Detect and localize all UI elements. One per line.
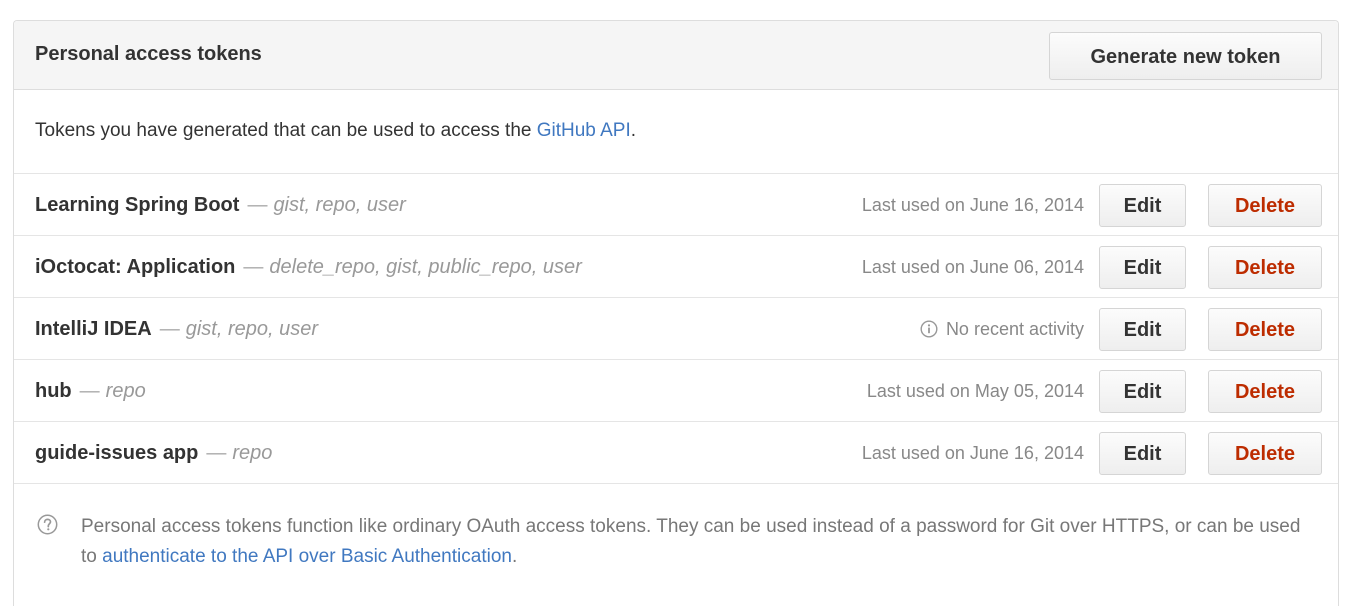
delete-token-button[interactable]: Delete bbox=[1208, 308, 1322, 351]
last-used-text: Last used on June 16, 2014 bbox=[861, 443, 1084, 463]
last-used-text: Last used on June 06, 2014 bbox=[861, 257, 1084, 277]
token-separator: — bbox=[79, 380, 100, 402]
token-row: hub — repo Last used on May 05, 2014 Edit … bbox=[14, 360, 1338, 422]
token-last-used: Last used on June 06, 2014 bbox=[862, 257, 1084, 278]
token-row: guide-issues app — repo Last used on June … bbox=[14, 422, 1338, 484]
token-last-used: Last used on June 16, 2014 bbox=[862, 443, 1084, 464]
edit-token-button[interactable]: Edit bbox=[1099, 370, 1186, 413]
info-circle-icon bbox=[920, 320, 938, 338]
panel-title: Personal access tokens bbox=[35, 43, 262, 65]
token-scopes: repo bbox=[105, 380, 146, 402]
token-last-used: Last used on May 05, 2014 bbox=[867, 381, 1084, 402]
token-description: IntelliJ IDEA — gist, repo, user bbox=[35, 318, 318, 341]
delete-token-button[interactable]: Delete bbox=[1208, 370, 1322, 413]
token-row: Learning Spring Boot — gist, repo, user La… bbox=[14, 174, 1338, 236]
help-note: Personal access tokens function like ord… bbox=[14, 484, 1338, 594]
token-scopes: gist, repo, user bbox=[185, 318, 318, 340]
delete-token-button[interactable]: Delete bbox=[1208, 184, 1322, 227]
token-list: Learning Spring Boot — gist, repo, user La… bbox=[14, 174, 1338, 484]
edit-token-button[interactable]: Edit bbox=[1099, 184, 1186, 227]
token-description: hub — repo bbox=[35, 380, 146, 403]
basic-auth-link[interactable]: authenticate to the API over Basic Authe… bbox=[102, 546, 512, 567]
token-name[interactable]: hub bbox=[35, 380, 72, 402]
token-last-used: Last used on June 16, 2014 bbox=[862, 195, 1084, 216]
intro-text-before: Tokens you have generated that can be us… bbox=[35, 120, 537, 141]
last-used-text: Last used on June 16, 2014 bbox=[861, 195, 1084, 215]
token-separator: — bbox=[206, 442, 227, 464]
intro-text: Tokens you have generated that can be us… bbox=[35, 120, 636, 142]
question-circle-icon bbox=[37, 514, 58, 535]
token-description: guide-issues app — repo bbox=[35, 442, 272, 465]
help-note-text: Personal access tokens function like ord… bbox=[81, 512, 1321, 572]
github-api-link[interactable]: GitHub API bbox=[537, 120, 631, 141]
delete-token-button[interactable]: Delete bbox=[1208, 246, 1322, 289]
token-name[interactable]: iOctocat: Application bbox=[35, 256, 235, 278]
delete-token-button[interactable]: Delete bbox=[1208, 432, 1322, 475]
personal-access-tokens-panel: Personal access tokens Generate new toke… bbox=[13, 20, 1339, 606]
token-description: iOctocat: Application — delete_repo, gist,… bbox=[35, 256, 582, 279]
intro-section: Tokens you have generated that can be us… bbox=[14, 90, 1338, 174]
token-name[interactable]: Learning Spring Boot bbox=[35, 194, 239, 216]
token-scopes: repo bbox=[232, 442, 273, 464]
token-scopes: gist, repo, user bbox=[273, 194, 406, 216]
token-separator: — bbox=[159, 318, 180, 340]
token-last-used: No recent activity bbox=[920, 319, 1084, 340]
edit-token-button[interactable]: Edit bbox=[1099, 308, 1186, 351]
token-name[interactable]: guide-issues app bbox=[35, 442, 198, 464]
help-note-text-after: . bbox=[511, 546, 518, 567]
generate-new-token-button[interactable]: Generate new token bbox=[1049, 32, 1322, 80]
token-row: iOctocat: Application — delete_repo, gist,… bbox=[14, 236, 1338, 298]
edit-token-button[interactable]: Edit bbox=[1099, 432, 1186, 475]
token-scopes: delete_repo, gist, public_repo, user bbox=[269, 256, 582, 278]
last-used-text: No recent activity bbox=[945, 319, 1084, 339]
last-used-text: Last used on May 05, 2014 bbox=[866, 381, 1084, 401]
token-separator: — bbox=[247, 194, 268, 216]
token-row: IntelliJ IDEA — gist, repo, user No recent… bbox=[14, 298, 1338, 360]
token-description: Learning Spring Boot — gist, repo, user bbox=[35, 194, 406, 217]
token-separator: — bbox=[243, 256, 264, 278]
edit-token-button[interactable]: Edit bbox=[1099, 246, 1186, 289]
token-name[interactable]: IntelliJ IDEA bbox=[35, 318, 152, 340]
intro-text-after: . bbox=[630, 120, 637, 141]
panel-header: Personal access tokens Generate new toke… bbox=[14, 21, 1338, 90]
